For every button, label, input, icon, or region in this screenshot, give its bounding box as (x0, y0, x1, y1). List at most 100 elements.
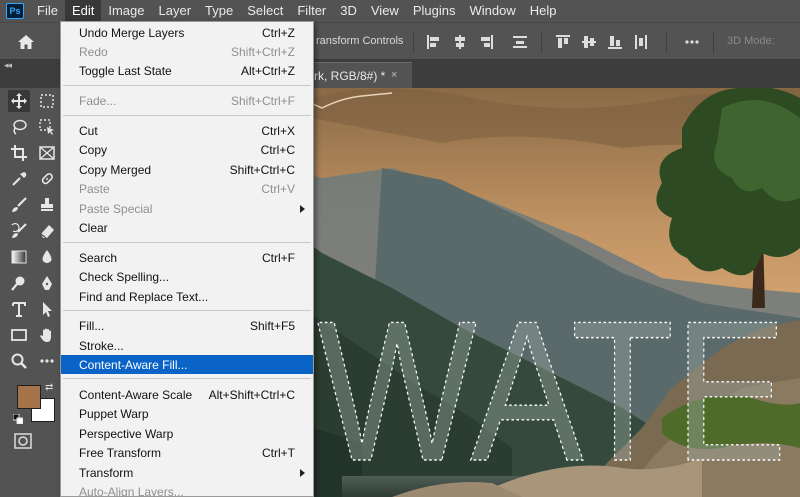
menu-item-label: Transform (79, 466, 134, 480)
menu-item-label: Cut (79, 124, 98, 138)
tools-panel: ⇄ (0, 88, 62, 497)
menu-help[interactable]: Help (523, 0, 564, 22)
menu-redo[interactable]: Redo Shift+Ctrl+Z (61, 42, 313, 61)
align-horizontal-centers-icon[interactable] (452, 34, 468, 50)
menu-type[interactable]: Type (198, 0, 240, 22)
menu-plugins[interactable]: Plugins (406, 0, 463, 22)
document-tab-title: rk, RGB/8#) * (314, 69, 386, 83)
menu-copy[interactable]: Copy Ctrl+C (61, 140, 313, 159)
align-top-edges-icon[interactable] (555, 34, 571, 50)
menu-item-label: Paste (79, 182, 110, 196)
menu-find-replace-text[interactable]: Find and Replace Text... (61, 287, 313, 306)
menu-layer[interactable]: Layer (152, 0, 199, 22)
menu-item-label: Perspective Warp (79, 427, 174, 441)
menu-copy-merged[interactable]: Copy Merged Shift+Ctrl+C (61, 160, 313, 179)
distribute-horizontally-icon[interactable] (633, 34, 649, 50)
submenu-arrow-icon (300, 205, 305, 213)
distribute-vertically-icon[interactable] (512, 34, 528, 50)
align-left-edges-icon[interactable] (426, 34, 442, 50)
quick-mask-icon[interactable] (14, 433, 32, 449)
menu-separator (63, 85, 311, 86)
swap-colors-icon[interactable]: ⇄ (45, 382, 53, 393)
hand-tool-icon[interactable] (36, 324, 58, 346)
menu-item-shortcut: Ctrl+F (262, 251, 295, 265)
object-selection-tool-icon[interactable] (36, 116, 58, 138)
menu-edit[interactable]: Edit (64, 0, 102, 22)
align-vertical-centers-icon[interactable] (581, 34, 597, 50)
default-colors-icon[interactable] (12, 413, 24, 425)
transform-controls-label[interactable]: ransform Controls (316, 35, 403, 47)
options-divider (541, 31, 542, 53)
menu-toggle-last-state[interactable]: Toggle Last State Alt+Ctrl+Z (61, 61, 313, 80)
lasso-tool-icon[interactable] (8, 116, 30, 138)
dodge-tool-icon[interactable] (8, 272, 30, 294)
menu-window[interactable]: Window (462, 0, 522, 22)
menu-3d[interactable]: 3D (333, 0, 364, 22)
menu-separator (63, 115, 311, 116)
menu-file[interactable]: File (30, 0, 65, 22)
gradient-tool-icon[interactable] (8, 246, 30, 268)
menu-content-aware-scale[interactable]: Content-Aware Scale Alt+Shift+Ctrl+C (61, 385, 313, 404)
menu-clear[interactable]: Clear (61, 218, 313, 237)
menu-perspective-warp[interactable]: Perspective Warp (61, 424, 313, 443)
options-divider (713, 31, 714, 53)
menu-separator (63, 378, 311, 379)
options-divider (413, 31, 414, 53)
menu-content-aware-fill[interactable]: Content-Aware Fill... (61, 355, 313, 374)
menu-fade[interactable]: Fade... Shift+Ctrl+F (61, 91, 313, 110)
foreground-color-swatch[interactable] (17, 385, 41, 409)
menu-search[interactable]: Search Ctrl+F (61, 248, 313, 267)
move-tool-icon[interactable] (8, 90, 30, 112)
artboard-tool-icon[interactable] (36, 90, 58, 112)
menu-item-shortcut: Ctrl+T (262, 446, 295, 460)
document-tab[interactable]: rk, RGB/8#) * × (300, 62, 412, 88)
menu-select[interactable]: Select (240, 0, 290, 22)
rectangle-tool-icon[interactable] (8, 324, 30, 346)
menu-item-label: Find and Replace Text... (79, 290, 209, 304)
menu-undo[interactable]: Undo Merge Layers Ctrl+Z (61, 23, 313, 42)
align-bottom-edges-icon[interactable] (607, 34, 623, 50)
menu-item-label: Clear (79, 221, 108, 235)
menu-item-label: Fade... (79, 94, 117, 108)
menu-item-label: Stroke... (79, 339, 124, 353)
menu-puppet-warp[interactable]: Puppet Warp (61, 404, 313, 423)
eraser-tool-icon[interactable] (36, 220, 58, 242)
history-brush-tool-icon[interactable] (8, 220, 30, 242)
menu-auto-align-layers[interactable]: Auto-Align Layers... (61, 482, 313, 497)
zoom-tool-icon[interactable] (8, 350, 30, 372)
type-tool-icon[interactable] (8, 298, 30, 320)
clone-stamp-tool-icon[interactable] (36, 194, 58, 216)
more-tools-icon[interactable] (36, 350, 58, 372)
menu-paste[interactable]: Paste Ctrl+V (61, 179, 313, 198)
close-tab-icon[interactable]: × (391, 69, 397, 81)
align-right-edges-icon[interactable] (478, 34, 494, 50)
menu-item-label: Fill... (79, 319, 105, 333)
menu-item-label: Puppet Warp (79, 407, 149, 421)
pen-tool-icon[interactable] (36, 272, 58, 294)
menu-image[interactable]: Image (101, 0, 151, 22)
menu-fill[interactable]: Fill... Shift+F5 (61, 316, 313, 335)
three-d-mode-label: 3D Mode: (727, 35, 775, 47)
path-selection-tool-icon[interactable] (36, 298, 58, 320)
menu-item-shortcut: Shift+Ctrl+Z (230, 45, 295, 59)
frame-tool-icon[interactable] (36, 142, 58, 164)
menu-stroke[interactable]: Stroke... (61, 336, 313, 355)
menu-free-transform[interactable]: Free Transform Ctrl+T (61, 443, 313, 462)
blur-tool-icon[interactable] (36, 246, 58, 268)
menu-paste-special[interactable]: Paste Special (61, 199, 313, 218)
menu-cut[interactable]: Cut Ctrl+X (61, 121, 313, 140)
crop-tool-icon[interactable] (8, 142, 30, 164)
eyedropper-tool-icon[interactable] (8, 168, 30, 190)
menu-filter[interactable]: Filter (290, 0, 333, 22)
menu-transform[interactable]: Transform (61, 463, 313, 482)
collapse-panel-icon[interactable]: ◂◂ (4, 60, 12, 71)
menu-item-shortcut: Shift+F5 (249, 319, 295, 333)
menu-item-label: Free Transform (79, 446, 162, 460)
more-options-icon[interactable] (684, 34, 700, 50)
menu-view[interactable]: View (364, 0, 406, 22)
menu-item-label: Redo (79, 45, 108, 59)
home-icon[interactable] (16, 32, 36, 52)
brush-tool-icon[interactable] (8, 194, 30, 216)
spot-healing-brush-icon[interactable] (36, 168, 58, 190)
menu-check-spelling[interactable]: Check Spelling... (61, 267, 313, 286)
